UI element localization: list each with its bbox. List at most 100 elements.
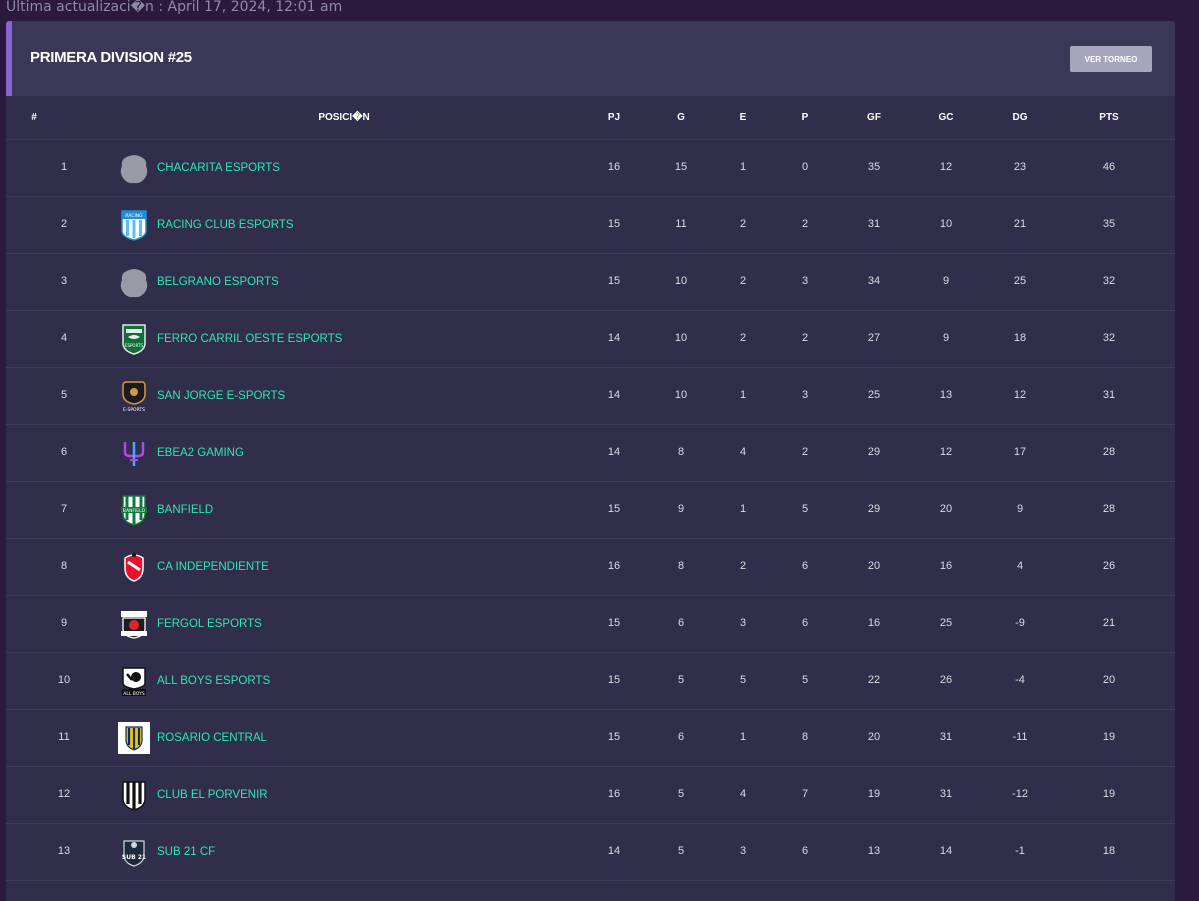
cell-g: 6 bbox=[677, 731, 685, 743]
cell-gf: 20 bbox=[867, 731, 881, 743]
team-link[interactable]: ROSARIO CENTRAL bbox=[157, 732, 267, 744]
column-header-gc[interactable]: GC bbox=[939, 112, 954, 123]
team-cell: ROSARIO CENTRAL bbox=[118, 722, 267, 754]
cell-gc: 31 bbox=[939, 731, 953, 743]
cell-e: 3 bbox=[739, 617, 747, 629]
svg-text:RACING: RACING bbox=[125, 213, 143, 219]
column-header-p[interactable]: P bbox=[802, 112, 809, 123]
cell-gc: 9 bbox=[942, 275, 950, 287]
team-cell: E-SPORTS SAN JORGE E-SPORTS bbox=[118, 380, 285, 412]
cell-pts: 20 bbox=[1102, 674, 1116, 686]
svg-text:SUB 21: SUB 21 bbox=[122, 854, 146, 861]
table-row[interactable]: 9 15 6 3 6 16 25 -9 21 FERGOL ESPORTS bbox=[6, 596, 1175, 653]
team-link[interactable]: RACING CLUB ESPORTS bbox=[157, 219, 294, 231]
placeholder-crest-icon bbox=[118, 266, 150, 298]
cell-g: 5 bbox=[677, 674, 685, 686]
column-header-e[interactable]: E bbox=[740, 112, 747, 123]
table-row[interactable]: 1 16 15 1 0 35 12 23 46 CHACARITA ESPORTS bbox=[6, 140, 1175, 197]
cell-e: 2 bbox=[739, 560, 747, 572]
team-link[interactable]: CHACARITA ESPORTS bbox=[157, 162, 280, 174]
cell-pj: 15 bbox=[607, 731, 621, 743]
column-header-g[interactable]: G bbox=[677, 112, 685, 123]
team-cell: CLUB EL PORVENIR bbox=[118, 779, 268, 811]
cell-pj: 15 bbox=[607, 275, 621, 287]
cell-dg: -12 bbox=[1012, 788, 1028, 800]
column-header-pj[interactable]: PJ bbox=[608, 112, 620, 123]
table-row[interactable]: 11 15 6 1 8 20 31 -11 19 ROSARIO CENTRAL bbox=[6, 710, 1175, 767]
cell-pj: 15 bbox=[607, 218, 621, 230]
team-link[interactable]: CLUB EL PORVENIR bbox=[157, 789, 268, 801]
cell-pts: 18 bbox=[1102, 845, 1116, 857]
cell-pts: 28 bbox=[1102, 446, 1116, 458]
cell-g: 5 bbox=[677, 788, 685, 800]
cell-pj: 14 bbox=[607, 332, 621, 344]
cell-pts: 35 bbox=[1102, 218, 1116, 230]
banfield-crest-icon: BANFIELD bbox=[118, 494, 150, 526]
column-header-team[interactable]: POSICI�N bbox=[318, 112, 369, 123]
column-header-gf[interactable]: GF bbox=[867, 112, 881, 123]
column-header-pos[interactable]: # bbox=[31, 112, 37, 123]
cell-pts: 28 bbox=[1102, 503, 1116, 515]
cell-e: 2 bbox=[739, 275, 747, 287]
cell-e: 4 bbox=[739, 446, 747, 458]
cell-gc: 13 bbox=[939, 389, 953, 401]
cell-gc: 26 bbox=[939, 674, 953, 686]
cell-p: 0 bbox=[801, 161, 809, 173]
team-link[interactable]: FERGOL ESPORTS bbox=[157, 618, 262, 630]
ver-torneo-button[interactable]: VER TORNEO bbox=[1070, 46, 1152, 72]
team-link[interactable]: SAN JORGE E-SPORTS bbox=[157, 390, 285, 402]
cell-pj: 15 bbox=[607, 503, 621, 515]
team-cell: BELGRANO ESPORTS bbox=[118, 266, 279, 298]
team-link[interactable]: BANFIELD bbox=[157, 504, 213, 516]
team-link[interactable]: FERRO CARRIL OESTE ESPORTS bbox=[157, 333, 342, 345]
table-row[interactable]: 3 15 10 2 3 34 9 25 32 BELGRANO ESPORTS bbox=[6, 254, 1175, 311]
team-link[interactable]: SUB 21 CF bbox=[157, 846, 215, 858]
accent-bar bbox=[6, 21, 12, 96]
cell-p: 3 bbox=[801, 275, 809, 287]
svg-text:ALL BOYS: ALL BOYS bbox=[123, 691, 145, 697]
table-row[interactable]: 7 15 9 1 5 29 20 9 28 BANFIELD BANFIELD bbox=[6, 482, 1175, 539]
team-cell: ALL BOYS ALL BOYS ESPORTS bbox=[118, 665, 270, 697]
cell-e: 1 bbox=[739, 731, 747, 743]
cell-pos: 12 bbox=[57, 788, 71, 800]
cell-p: 6 bbox=[801, 617, 809, 629]
cell-gf: 29 bbox=[867, 446, 881, 458]
cell-dg: -11 bbox=[1012, 731, 1028, 743]
table-row[interactable]: 10 15 5 5 5 22 26 -4 20 ALL BOYS ALL BOYS ESPORTS bbox=[6, 653, 1175, 710]
cell-p: 2 bbox=[801, 446, 809, 458]
tournament-title: PRIMERA DIVISION #25 bbox=[30, 49, 192, 66]
panel-header: PRIMERA DIVISION #25 VER TORNEO bbox=[6, 21, 1175, 96]
cell-dg: 25 bbox=[1013, 275, 1027, 287]
column-header-pts[interactable]: PTS bbox=[1099, 112, 1118, 123]
table-row[interactable]: 5 14 10 1 3 25 13 12 31 E-SPORTS SAN JORGE E-SPORT… bbox=[6, 368, 1175, 425]
cell-gf: 35 bbox=[867, 161, 881, 173]
team-cell: FERGOL ESPORTS bbox=[118, 608, 262, 640]
team-link[interactable]: EBEA2 GAMING bbox=[157, 447, 244, 459]
table-row[interactable]: 12 16 5 4 7 19 31 -12 19 CLUB EL PORVENIR bbox=[6, 767, 1175, 824]
table-row[interactable]: 4 14 10 2 2 27 9 18 32 ESPORTS FERRO CARRIL OESTE … bbox=[6, 311, 1175, 368]
cell-gf: 13 bbox=[867, 845, 881, 857]
team-link[interactable]: CA INDEPENDIENTE bbox=[157, 561, 269, 573]
cell-p: 5 bbox=[801, 503, 809, 515]
cell-pos: 7 bbox=[60, 503, 68, 515]
table-row[interactable]: 8 16 8 2 6 20 16 4 26 CA INDEPENDIENTE bbox=[6, 539, 1175, 596]
team-cell: RACING RACING CLUB ESPORTS bbox=[118, 209, 294, 241]
cell-pj: 16 bbox=[607, 560, 621, 572]
ebea2-trident-icon bbox=[118, 437, 150, 469]
table-row[interactable]: 6 14 8 4 2 29 12 17 28 EBEA2 GAMING bbox=[6, 425, 1175, 482]
column-header-dg[interactable]: DG bbox=[1013, 112, 1028, 123]
table-row[interactable]: 2 15 11 2 2 31 10 21 35 RACING RACING CLUB ESPORTS bbox=[6, 197, 1175, 254]
standings-panel: PRIMERA DIVISION #25 VER TORNEO # POSICI… bbox=[6, 21, 1175, 901]
cell-g: 10 bbox=[674, 389, 688, 401]
cell-pos: 5 bbox=[60, 389, 68, 401]
cell-pj: 14 bbox=[607, 446, 621, 458]
cell-pos: 6 bbox=[60, 446, 68, 458]
table-row[interactable]: 13 14 5 3 6 13 14 -1 18 SUB 21 SUB 21 CF bbox=[6, 824, 1175, 881]
el-porvenir-crest-icon bbox=[118, 779, 150, 811]
cell-pts: 32 bbox=[1102, 275, 1116, 287]
fergol-crest-icon bbox=[118, 608, 150, 640]
team-link[interactable]: BELGRANO ESPORTS bbox=[157, 276, 279, 288]
last-updated-text: Ultima actualizaci�n : April 17, 2024, 1… bbox=[6, 0, 343, 15]
team-link[interactable]: ALL BOYS ESPORTS bbox=[157, 675, 270, 687]
cell-gf: 29 bbox=[867, 503, 881, 515]
